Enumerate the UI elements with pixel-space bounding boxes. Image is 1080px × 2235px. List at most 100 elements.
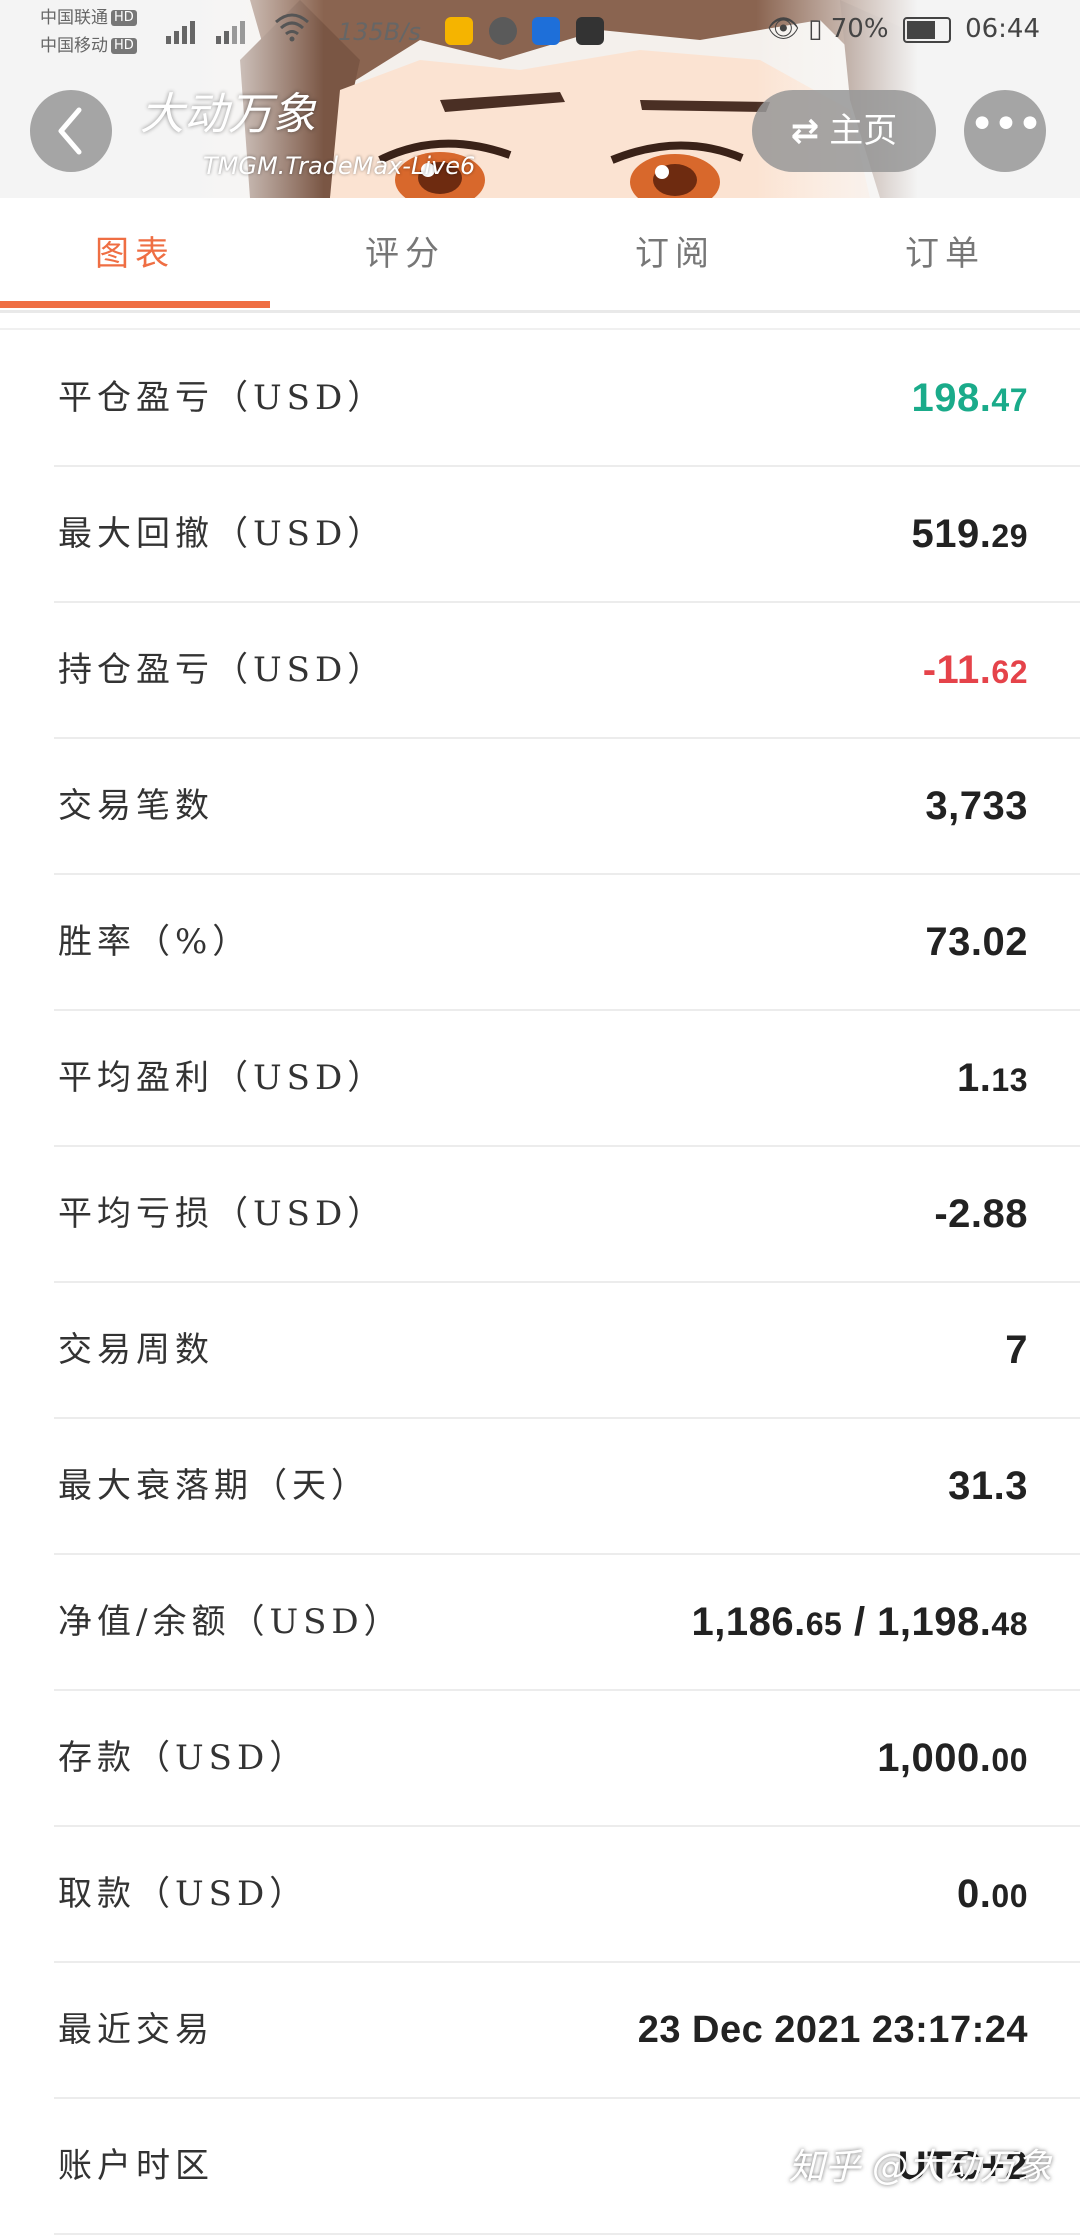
stat-label: 账户时区 bbox=[58, 2146, 214, 2186]
value-main: 23 Dec 2021 23:17:24 bbox=[637, 2009, 1028, 2051]
stat-value: 31.3 bbox=[948, 1419, 1028, 1553]
active-tab-indicator bbox=[0, 301, 270, 308]
value-main: 1,000. bbox=[877, 1736, 992, 1780]
stat-open-pnl: 持仓盈亏（USD） -11.62 bbox=[54, 603, 1080, 739]
swap-icon: ⇄ bbox=[790, 111, 820, 151]
value-main: 0. bbox=[957, 1872, 992, 1916]
stat-label: 交易笔数 bbox=[58, 786, 214, 826]
chat-icon bbox=[488, 17, 517, 45]
server-name: TMGM.TradeMax-Live6 bbox=[203, 152, 476, 180]
stat-value: -11.62 bbox=[923, 603, 1028, 739]
stat-label: 平均盈利（USD） bbox=[58, 1058, 387, 1098]
carrier-info: 中国联通 HD 中国移动 HD bbox=[40, 4, 137, 60]
stat-label: 最近交易 bbox=[58, 2010, 214, 2050]
stat-closed-pnl: 平仓盈亏（USD） 198.47 bbox=[54, 331, 1080, 467]
stat-label: 持仓盈亏（USD） bbox=[58, 650, 387, 690]
header: 中国联通 HD 中国移动 HD 135B/s 👁 ▯ 70% 06:44 大动万… bbox=[0, 0, 1080, 198]
eye-icon: 👁 bbox=[766, 14, 800, 44]
stat-withdrawal: 取款（USD） 0.00 bbox=[54, 1827, 1080, 1963]
bulb-icon bbox=[532, 17, 561, 45]
value-main: 3,733 bbox=[925, 784, 1028, 828]
stat-deposit: 存款（USD） 1,000.00 bbox=[54, 1691, 1080, 1827]
value-main: 519. bbox=[911, 512, 992, 556]
account-name: 大动万象 bbox=[140, 89, 316, 140]
carrier-2: 中国移动 bbox=[40, 36, 108, 56]
stat-win-rate: 胜率（%） 73.02 bbox=[54, 875, 1080, 1011]
value-decimal: 13 bbox=[991, 1062, 1028, 1098]
value-decimal: 65 bbox=[805, 1606, 843, 1642]
hd-badge: HD bbox=[111, 38, 137, 54]
stat-max-drawdown: 最大回撤（USD） 519.29 bbox=[54, 467, 1080, 603]
tab-subscribe[interactable]: 订阅 bbox=[540, 198, 810, 310]
value-main: 7 bbox=[1005, 1328, 1028, 1372]
status-bar: 中国联通 HD 中国移动 HD 135B/s 👁 ▯ 70% 06:44 bbox=[0, 0, 1080, 64]
value-main: -2.88 bbox=[934, 1192, 1028, 1236]
stat-label: 平仓盈亏（USD） bbox=[58, 378, 387, 418]
value-decimal: 29 bbox=[991, 518, 1028, 554]
value-decimal: 62 bbox=[991, 654, 1028, 690]
stat-value: 73.02 bbox=[925, 875, 1028, 1009]
vibrate-icon: ▯ bbox=[808, 14, 823, 44]
stat-last-trade: 最近交易 23 Dec 2021 23:17:24 bbox=[54, 1963, 1080, 2099]
value-decimal: 00 bbox=[991, 1878, 1028, 1914]
tab-chart[interactable]: 图表 bbox=[0, 198, 270, 310]
stat-label: 取款（USD） bbox=[58, 1874, 309, 1914]
mail-icon bbox=[445, 17, 473, 45]
tab-bar: 图表 评分 订阅 订单 bbox=[0, 198, 1080, 313]
stat-value: 198.47 bbox=[912, 331, 1028, 467]
clock: 06:44 bbox=[965, 14, 1040, 44]
stat-label: 交易周数 bbox=[58, 1330, 214, 1370]
stats-list: 平仓盈亏（USD） 198.47 最大回撤（USD） 519.29 持仓盈亏（U… bbox=[0, 331, 1080, 2235]
value-main: 198. bbox=[911, 376, 992, 420]
home-label: 主页 bbox=[829, 111, 898, 151]
stat-label: 最大衰落期（天） bbox=[58, 1466, 370, 1506]
stat-value: 7 bbox=[1005, 1283, 1028, 1417]
stat-value: -2.88 bbox=[934, 1147, 1028, 1281]
stat-value: 3,733 bbox=[925, 739, 1028, 873]
stat-trading-weeks: 交易周数 7 bbox=[54, 1283, 1080, 1419]
tab-rating[interactable]: 评分 bbox=[270, 198, 540, 310]
stat-value: 1,000.00 bbox=[877, 1691, 1028, 1827]
value-decimal-2: 48 bbox=[991, 1606, 1028, 1642]
stat-value: 519.29 bbox=[912, 467, 1028, 603]
tab-orders[interactable]: 订单 bbox=[810, 198, 1080, 310]
hd-badge: HD bbox=[111, 10, 137, 26]
wifi-icon bbox=[274, 12, 310, 49]
stat-value: 1,186.65 / 1,198.48 bbox=[692, 1555, 1028, 1691]
stat-value: 0.00 bbox=[957, 1827, 1028, 1963]
value-main: 31.3 bbox=[948, 1464, 1028, 1508]
divider bbox=[0, 328, 1080, 330]
watermark: 知乎 @大动万象 bbox=[788, 2147, 1052, 2188]
stat-avg-loss: 平均亏损（USD） -2.88 bbox=[54, 1147, 1080, 1283]
app-icon bbox=[575, 17, 604, 45]
stat-avg-profit: 平均盈利（USD） 1.13 bbox=[54, 1011, 1080, 1147]
stat-value: 23 Dec 2021 23:17:24 bbox=[638, 1963, 1028, 2097]
signal-icon bbox=[164, 16, 264, 50]
stat-label: 胜率（%） bbox=[58, 922, 252, 962]
stat-value: 1.13 bbox=[957, 1011, 1028, 1147]
stat-label: 最大回撤（USD） bbox=[58, 514, 387, 554]
back-button[interactable] bbox=[30, 90, 112, 172]
value-main-2: / 1,198. bbox=[842, 1600, 992, 1644]
status-right: 👁 ▯ 70% 06:44 bbox=[767, 14, 1040, 44]
more-button[interactable]: ••• bbox=[964, 90, 1046, 172]
carrier-1: 中国联通 bbox=[40, 8, 108, 28]
network-speed: 135B/s bbox=[338, 18, 421, 46]
value-main: 1. bbox=[957, 1056, 992, 1100]
more-dots-icon: ••• bbox=[969, 99, 1043, 150]
stat-label: 净值/余额（USD） bbox=[58, 1602, 403, 1642]
home-button[interactable]: ⇄ 主页 bbox=[752, 90, 936, 172]
value-main: 73.02 bbox=[925, 920, 1028, 964]
battery-text: 70% bbox=[830, 14, 889, 44]
stat-trade-count: 交易笔数 3,733 bbox=[54, 739, 1080, 875]
stat-equity-balance: 净值/余额（USD） 1,186.65 / 1,198.48 bbox=[54, 1555, 1080, 1691]
stat-max-decline-period: 最大衰落期（天） 31.3 bbox=[54, 1419, 1080, 1555]
value-decimal: 47 bbox=[991, 382, 1028, 418]
stat-label: 存款（USD） bbox=[58, 1738, 309, 1778]
back-chevron-icon bbox=[58, 107, 82, 155]
stat-label: 平均亏损（USD） bbox=[58, 1194, 387, 1234]
notification-icons bbox=[445, 16, 612, 45]
value-main: 1,186. bbox=[691, 1600, 806, 1644]
value-main: -11. bbox=[922, 648, 992, 692]
battery-icon bbox=[902, 16, 951, 43]
